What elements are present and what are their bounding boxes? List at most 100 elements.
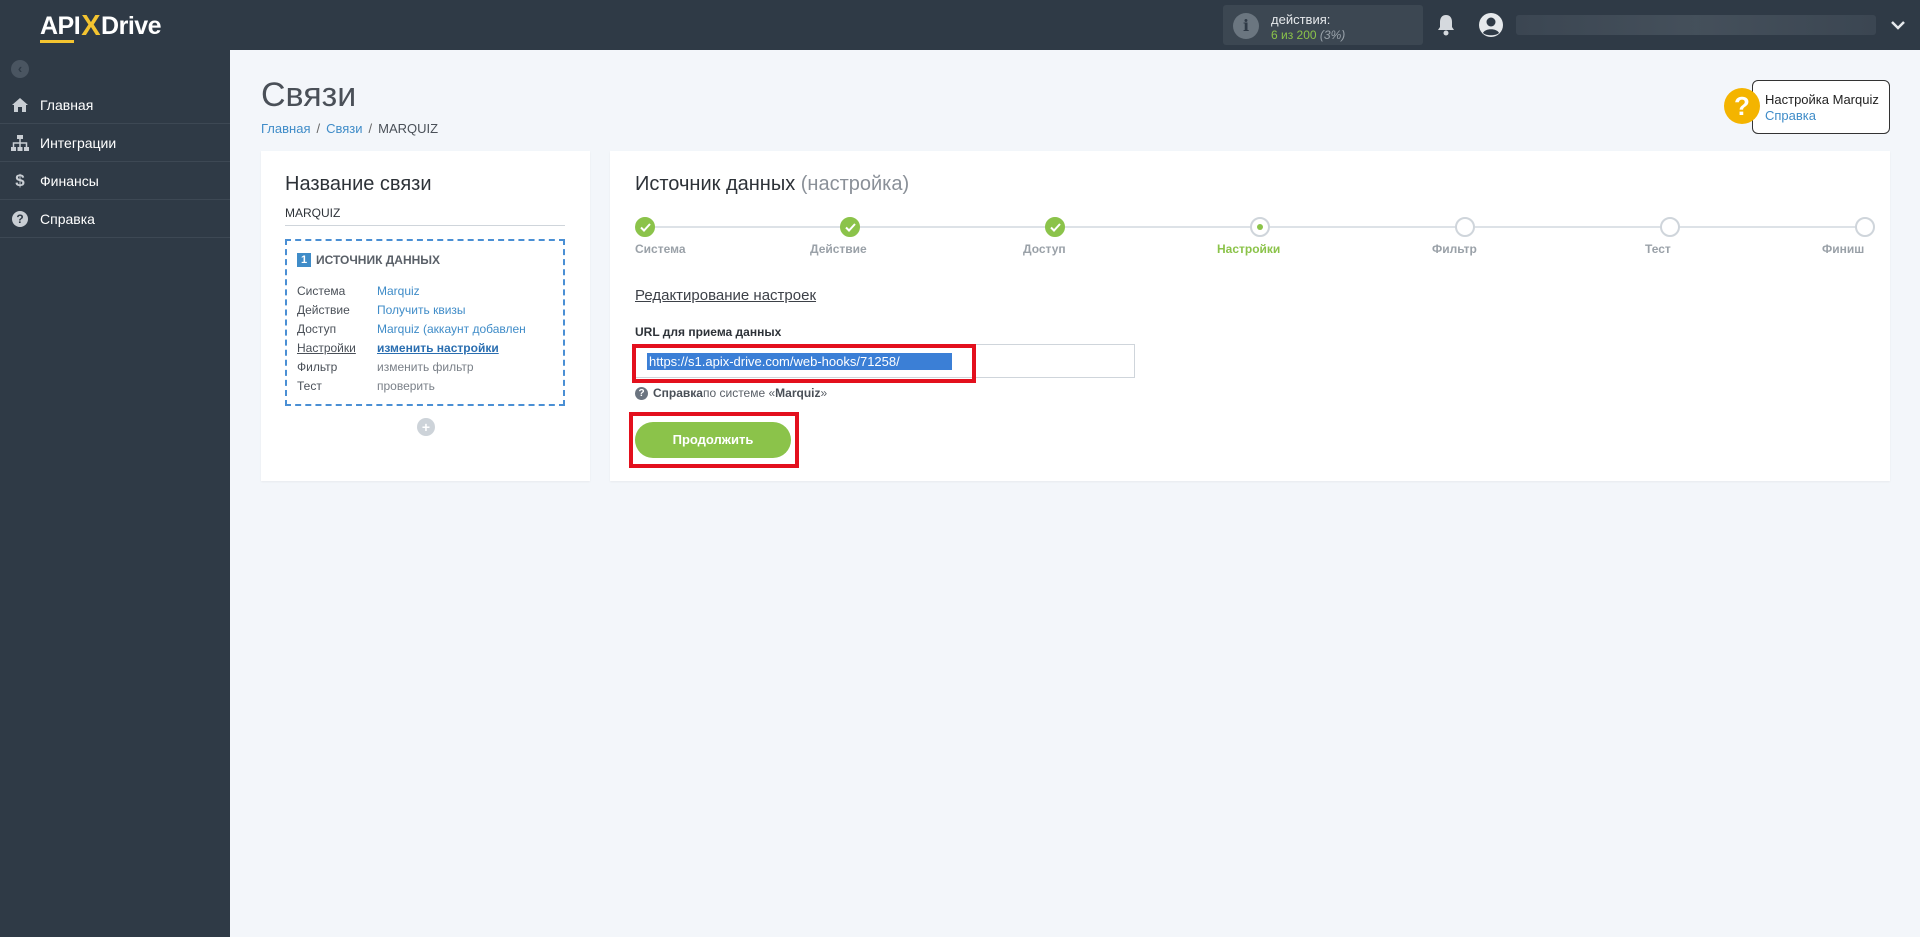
logo-text-prefix: API [40, 11, 81, 40]
actions-count: 6 из 200 (3%) [1271, 28, 1345, 42]
step-system[interactable] [635, 217, 655, 237]
page-title: Связи [261, 76, 357, 114]
actions-label: действия: [1271, 12, 1331, 27]
step-label-active: Настройки [1217, 242, 1281, 256]
connection-card: Название связи MARQUIZ 1 ИСТОЧНИК ДАННЫХ… [261, 151, 590, 481]
bell-icon[interactable] [1436, 14, 1456, 36]
row-key: Фильтр [297, 360, 338, 374]
source-row-action: Действие Получить квизы [297, 303, 557, 317]
source-row-filter: Фильтр изменить фильтр [297, 360, 557, 374]
step-settings[interactable] [1250, 217, 1270, 237]
step-access[interactable] [1045, 217, 1065, 237]
user-email-blurred[interactable] [1516, 15, 1876, 35]
section-title-main: Источник данных [635, 173, 796, 195]
source-row-system: Система Marquiz [297, 284, 557, 298]
info-icon: i [1233, 13, 1259, 39]
actions-percent: (3%) [1319, 28, 1346, 42]
breadcrumb-separator: / [368, 121, 373, 136]
url-field-label: URL для приема данных [635, 325, 782, 339]
top-bar: API X Drive i действия: 6 из 200 (3%) [0, 0, 1920, 50]
connection-name-title: Название связи [285, 173, 432, 195]
sidebar-item-label: Главная [40, 96, 94, 113]
row-value-link[interactable]: изменить фильтр [377, 360, 474, 374]
sidebar-item-home[interactable]: Главная [0, 86, 230, 124]
step-finish[interactable] [1855, 217, 1875, 237]
data-source-block[interactable]: 1 ИСТОЧНИК ДАННЫХ Система Marquiz Действ… [285, 239, 565, 406]
step-label: Доступ [1023, 242, 1066, 256]
source-row-test: Тест проверить [297, 379, 557, 393]
actions-count-value: 6 из 200 [1271, 28, 1317, 42]
chevron-down-icon[interactable] [1890, 17, 1906, 33]
sidebar-item-integrations[interactable]: Интеграции [0, 124, 230, 162]
check-icon [840, 217, 860, 237]
sidebar-item-label: Финансы [40, 172, 99, 189]
row-key: Система [297, 284, 346, 298]
help-link[interactable]: Справка [653, 386, 703, 400]
logo-text-x: X [81, 9, 101, 42]
source-heading-text: ИСТОЧНИК ДАННЫХ [316, 253, 441, 267]
help-text-suffix: » [820, 386, 828, 400]
connection-name-field[interactable]: MARQUIZ [285, 206, 565, 226]
sidebar-item-finance[interactable]: $ Финансы [0, 162, 230, 200]
row-key: Настройки [297, 341, 356, 355]
empty-step-dot [1455, 217, 1475, 237]
step-label: Тест [1645, 242, 1671, 256]
check-icon [635, 217, 655, 237]
add-step-icon[interactable]: + [417, 418, 435, 436]
actions-counter[interactable]: i действия: 6 из 200 (3%) [1223, 5, 1423, 45]
source-heading: 1 ИСТОЧНИК ДАННЫХ [297, 253, 440, 267]
row-value-link[interactable]: Marquiz (аккаунт добавлен [377, 322, 526, 336]
url-highlight-frame [632, 344, 976, 383]
question-icon: ? [635, 386, 648, 400]
sidebar-item-label: Интеграции [40, 134, 117, 151]
breadcrumb-home[interactable]: Главная [261, 121, 310, 136]
empty-step-dot [1855, 217, 1875, 237]
row-key: Тест [297, 379, 322, 393]
sidebar-item-help[interactable]: ? Справка [0, 200, 230, 238]
check-icon [1045, 217, 1065, 237]
source-row-access: Доступ Marquiz (аккаунт добавлен [297, 322, 557, 336]
help-text: по системе « [702, 386, 776, 400]
sitemap-icon [10, 133, 30, 153]
breadcrumb-separator: / [316, 121, 321, 136]
help-system-name: Marquiz [775, 386, 821, 400]
breadcrumb-current: MARQUIZ [378, 121, 439, 136]
current-step-dot [1250, 217, 1270, 237]
sidebar: ‹ Главная Интеграции $ Финансы ? Справка [0, 50, 230, 937]
breadcrumb-connections[interactable]: Связи [326, 121, 362, 136]
step-label: Фильтр [1432, 242, 1477, 256]
apix-drive-logo[interactable]: API X Drive [40, 9, 162, 43]
step-action[interactable] [840, 217, 860, 237]
breadcrumb: Главная / Связи / MARQUIZ [261, 121, 438, 136]
collapse-sidebar-icon[interactable]: ‹ [11, 60, 29, 78]
help-question-icon[interactable]: ? [1724, 88, 1760, 124]
help-box[interactable]: Настройка Marquiz Справка [1752, 80, 1890, 134]
home-icon [10, 95, 30, 115]
row-key: Доступ [297, 322, 337, 336]
section-title: Источник данных (настройка) [635, 173, 909, 196]
step-label: Действие [810, 242, 867, 256]
row-value-link[interactable]: Marquiz [377, 284, 420, 298]
system-help-line: ? Справка по системе «Marquiz» [635, 386, 827, 400]
row-key: Действие [297, 303, 350, 317]
step-label: Система [635, 242, 686, 256]
dollar-icon: $ [15, 170, 25, 190]
continue-button[interactable]: Продолжить [635, 422, 791, 458]
row-value-link[interactable]: проверить [377, 379, 435, 393]
step-filter[interactable] [1455, 217, 1475, 237]
question-icon: ? [10, 209, 30, 229]
row-value-link[interactable]: изменить настройки [377, 341, 499, 355]
step-test[interactable] [1660, 217, 1680, 237]
row-value-link[interactable]: Получить квизы [377, 303, 466, 317]
user-avatar-icon[interactable] [1478, 12, 1504, 38]
data-source-settings-card: Источник данных (настройка) Система Дейс… [610, 151, 1890, 481]
sidebar-item-label: Справка [40, 210, 95, 227]
section-title-sub: (настройка) [800, 173, 910, 195]
logo-underline [40, 40, 74, 43]
empty-step-dot [1660, 217, 1680, 237]
logo-text-suffix: Drive [101, 11, 162, 40]
help-link[interactable]: Справка [1765, 108, 1816, 123]
edit-settings-heading: Редактирование настроек [635, 287, 817, 304]
step-label: Финиш [1822, 242, 1865, 256]
source-number-badge: 1 [297, 253, 311, 267]
